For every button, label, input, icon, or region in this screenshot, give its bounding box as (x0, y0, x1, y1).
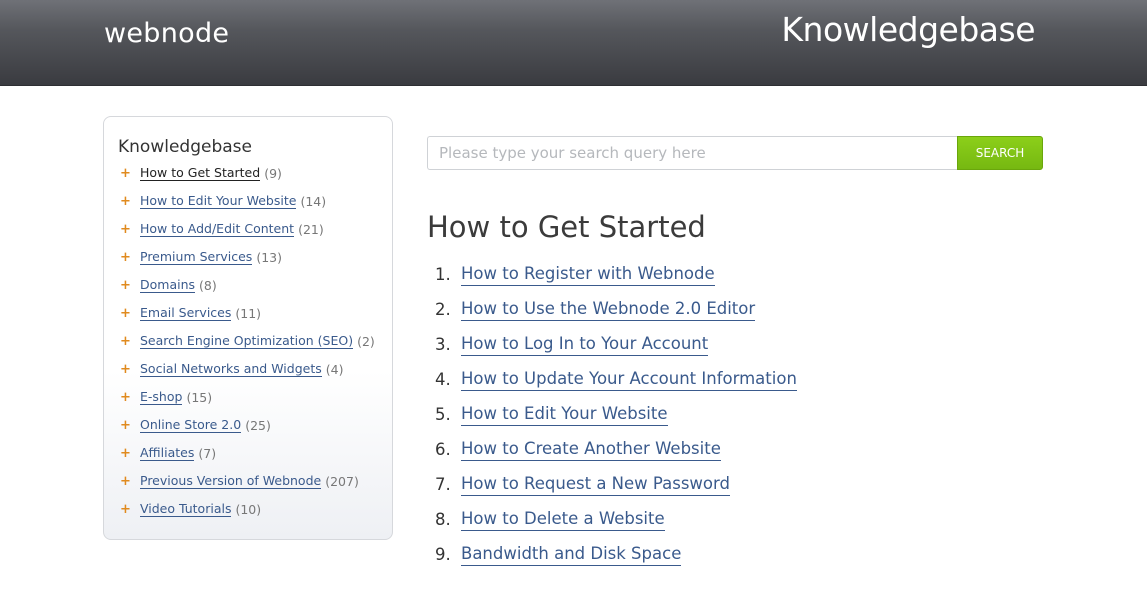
webnode-logo[interactable]: webnode (104, 18, 229, 49)
header-title: Knowledgebase (781, 10, 1035, 49)
plus-icon[interactable]: + (120, 221, 140, 239)
category-link[interactable]: Online Store 2.0 (140, 417, 242, 433)
article-number: 1. (435, 265, 451, 284)
article-number: 2. (435, 300, 451, 319)
category-item: + How to Edit Your Website (14) (120, 193, 375, 221)
category-count: (11) (235, 306, 262, 321)
article-number: 5. (435, 405, 451, 424)
category-item: + How to Get Started (9) (120, 165, 375, 193)
category-item: + Affiliates (7) (120, 445, 375, 473)
category-sidebar: Knowledgebase + How to Get Started (9) +… (103, 116, 393, 540)
article-number: 3. (435, 335, 451, 354)
list-item: 6. How to Create Another Website (435, 438, 797, 473)
category-link[interactable]: Premium Services (140, 249, 253, 265)
category-count: (2) (357, 334, 375, 349)
category-count: (15) (186, 390, 213, 405)
plus-icon[interactable]: + (120, 193, 140, 211)
plus-icon[interactable]: + (120, 305, 140, 323)
article-number: 6. (435, 440, 451, 459)
article-link[interactable]: How to Update Your Account Information (461, 368, 797, 391)
category-link[interactable]: Previous Version of Webnode (140, 473, 322, 489)
category-count: (207) (325, 474, 359, 489)
category-link[interactable]: How to Get Started (140, 165, 261, 181)
article-number: 4. (435, 370, 451, 389)
category-count: (4) (325, 362, 344, 377)
plus-icon[interactable]: + (120, 473, 140, 491)
list-item: 7. How to Request a New Password (435, 473, 797, 508)
list-item: 8. How to Delete a Website (435, 508, 797, 543)
category-link[interactable]: Video Tutorials (140, 501, 232, 517)
category-count: (14) (300, 194, 327, 209)
category-count: (7) (198, 446, 217, 461)
category-link[interactable]: E-shop (140, 389, 183, 405)
list-item: 3. How to Log In to Your Account (435, 333, 797, 368)
list-item: 4. How to Update Your Account Informatio… (435, 368, 797, 403)
category-count: (21) (298, 222, 324, 237)
article-link[interactable]: How to Request a New Password (461, 473, 730, 496)
category-item: + Email Services (11) (120, 305, 375, 333)
category-item: + How to Add/Edit Content (21) (120, 221, 375, 249)
plus-icon[interactable]: + (120, 417, 140, 435)
article-link[interactable]: How to Edit Your Website (461, 403, 668, 426)
article-link[interactable]: How to Create Another Website (461, 438, 721, 461)
category-item: + Search Engine Optimization (SEO) (2) (120, 333, 375, 361)
category-item: + E-shop (15) (120, 389, 375, 417)
page-title: How to Get Started (427, 210, 706, 244)
plus-icon[interactable]: + (120, 389, 140, 407)
plus-icon[interactable]: + (120, 277, 140, 295)
article-number: 7. (435, 475, 451, 494)
list-item: 1. How to Register with Webnode (435, 263, 797, 298)
category-list: + How to Get Started (9) + How to Edit Y… (120, 165, 375, 529)
article-link[interactable]: How to Register with Webnode (461, 263, 715, 286)
search-input[interactable] (427, 136, 958, 170)
category-count: (8) (199, 278, 217, 293)
category-item: + Social Networks and Widgets (4) (120, 361, 375, 389)
article-number: 9. (435, 545, 451, 564)
category-link[interactable]: Email Services (140, 305, 232, 321)
list-item: 9. Bandwidth and Disk Space (435, 543, 797, 578)
sidebar-title: Knowledgebase (118, 137, 252, 157)
category-link[interactable]: How to Edit Your Website (140, 193, 297, 209)
article-number: 8. (435, 510, 451, 529)
article-link[interactable]: How to Log In to Your Account (461, 333, 709, 356)
category-item: + Premium Services (13) (120, 249, 375, 277)
plus-icon[interactable]: + (120, 165, 140, 183)
article-link[interactable]: Bandwidth and Disk Space (461, 543, 682, 566)
search-button[interactable]: SEARCH (957, 136, 1043, 170)
category-link[interactable]: Social Networks and Widgets (140, 361, 322, 377)
category-count: (25) (245, 418, 271, 433)
article-list: 1. How to Register with Webnode 2. How t… (435, 263, 797, 578)
plus-icon[interactable]: + (120, 445, 140, 463)
category-link[interactable]: Domains (140, 277, 196, 293)
category-item: + Previous Version of Webnode (207) (120, 473, 375, 501)
category-count: (10) (235, 502, 262, 517)
category-link[interactable]: Search Engine Optimization (SEO) (140, 333, 354, 349)
category-link[interactable]: Affiliates (140, 445, 195, 461)
plus-icon[interactable]: + (120, 249, 140, 267)
plus-icon[interactable]: + (120, 333, 140, 351)
category-count: (13) (256, 250, 282, 265)
category-item: + Domains (8) (120, 277, 375, 305)
category-count: (9) (264, 166, 282, 181)
article-link[interactable]: How to Delete a Website (461, 508, 665, 531)
list-item: 2. How to Use the Webnode 2.0 Editor (435, 298, 797, 333)
category-item: + Video Tutorials (10) (120, 501, 375, 529)
category-item: + Online Store 2.0 (25) (120, 417, 375, 445)
list-item: 5. How to Edit Your Website (435, 403, 797, 438)
article-link[interactable]: How to Use the Webnode 2.0 Editor (461, 298, 756, 321)
category-link[interactable]: How to Add/Edit Content (140, 221, 295, 237)
plus-icon[interactable]: + (120, 361, 140, 379)
top-header: webnode Knowledgebase (0, 0, 1147, 86)
plus-icon[interactable]: + (120, 501, 140, 519)
